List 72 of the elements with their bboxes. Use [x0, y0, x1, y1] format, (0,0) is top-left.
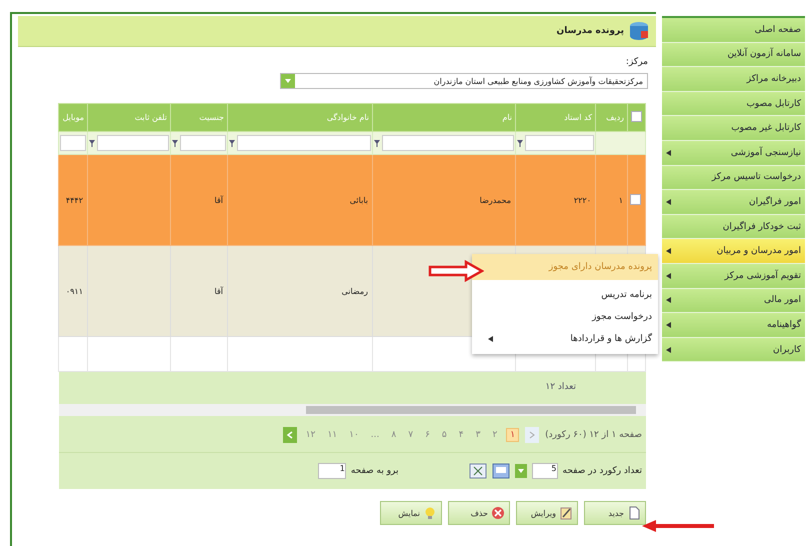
sidebar-item[interactable]: دبیرخانه مراکز — [662, 67, 805, 92]
document-icon — [627, 506, 641, 520]
action-button[interactable]: حذف — [448, 501, 510, 525]
sidebar-item[interactable]: کاربران — [662, 338, 805, 362]
dropdown-button[interactable] — [514, 464, 527, 478]
sidebar-item[interactable]: نیازسنجی آموزشی — [662, 140, 805, 166]
caret-icon — [666, 297, 671, 304]
arrow-icon — [428, 260, 484, 282]
table-cell: ۴۴۴۲ — [66, 196, 83, 204]
page-size-field[interactable]: 5 — [532, 463, 558, 479]
sidebar-item[interactable]: تقویم آموزشی مرکز — [662, 264, 805, 289]
chevron-icon — [528, 431, 536, 439]
record-count: تعداد ۱۲ — [545, 382, 576, 392]
delete-icon — [491, 506, 505, 520]
table-cell: بابائی — [350, 196, 368, 204]
caret-icon — [666, 198, 671, 205]
caret-icon — [666, 346, 671, 353]
sidebar-item[interactable]: امور مدرسان و مربیان — [662, 239, 805, 264]
horizontal-scrollbar[interactable] — [59, 404, 646, 416]
chevron-icon — [286, 431, 294, 439]
table-cell: ۱ — [618, 196, 623, 204]
action-button[interactable]: ویرایش — [516, 501, 578, 525]
table-cell: رمضانی — [342, 286, 368, 296]
page-title: پرونده مدرسان — [556, 26, 624, 36]
next-page-button[interactable] — [282, 427, 297, 443]
table-cell: آقا — [214, 286, 223, 296]
previous-page-button[interactable] — [525, 427, 540, 443]
caret-icon — [666, 150, 671, 156]
action-button[interactable]: جدید — [584, 501, 646, 525]
table-cell: محمدرضا — [480, 196, 511, 204]
dropdown-button[interactable] — [281, 74, 295, 88]
page-size-label: تعداد رکورد در صفحه — [562, 466, 642, 476]
filter-field[interactable] — [60, 135, 86, 151]
filter-field[interactable] — [97, 135, 169, 151]
arrow-icon — [640, 518, 716, 534]
caret-icon — [285, 79, 291, 83]
filter-field[interactable] — [237, 135, 371, 151]
checkbox[interactable] — [631, 111, 642, 122]
goto-page-label: برو به صفحه — [350, 466, 399, 476]
sidebar-item[interactable]: درخواست تاسیس مرکز — [662, 166, 805, 190]
table-cell: ۲۲۲۰ — [574, 196, 591, 204]
checkbox[interactable] — [630, 194, 641, 204]
export-icon[interactable] — [492, 463, 510, 479]
filter-field[interactable] — [382, 135, 514, 151]
filter-field[interactable] — [525, 135, 594, 151]
edit-icon — [559, 506, 573, 520]
field-label: مرکز: — [624, 57, 648, 67]
pager-info: صفحه ۱ از ۱۲ (۶۰ رکورد) — [545, 430, 642, 440]
sidebar-item[interactable]: کارتابل غیر مصوب — [662, 116, 805, 141]
caret-icon — [666, 248, 671, 254]
sidebar-item[interactable]: سامانه آزمون آنلاین — [662, 42, 805, 68]
page-link[interactable]: ۱ — [506, 428, 520, 442]
center-dropdown[interactable]: مرکزتحقیقات وآموزش کشاورزی ومنابع طبیعی استان مازندران — [280, 73, 648, 89]
table-cell: ۰۹۱۱ — [66, 286, 83, 296]
export-icon[interactable] — [468, 463, 487, 479]
caret-icon — [488, 336, 493, 342]
sidebar-item[interactable]: گواهینامه — [662, 313, 805, 338]
filter-field[interactable] — [180, 135, 226, 151]
action-button[interactable]: نمایش — [380, 501, 442, 525]
database-icon — [628, 21, 650, 41]
sidebar-item[interactable]: امور مالی — [662, 288, 805, 314]
table-cell: آقا — [214, 196, 223, 204]
caret-icon — [666, 272, 671, 279]
sidebar-item[interactable]: کارتابل مصوب — [662, 92, 805, 116]
caret-icon — [518, 469, 524, 473]
caret-icon — [666, 322, 671, 328]
lightbulb-icon — [423, 506, 437, 520]
goto-page-field[interactable]: 1 — [318, 463, 346, 479]
table-row[interactable]: ۱ ۲۲۲۰ محمدرضا بابائی آقا ۴۴۴۲ — [58, 154, 646, 246]
sidebar-item[interactable]: امور فراگیران — [662, 190, 805, 215]
sidebar-item[interactable]: ثبت خودکار فراگیران — [662, 214, 805, 240]
sidebar-item[interactable]: صفحه اصلی — [662, 18, 805, 43]
